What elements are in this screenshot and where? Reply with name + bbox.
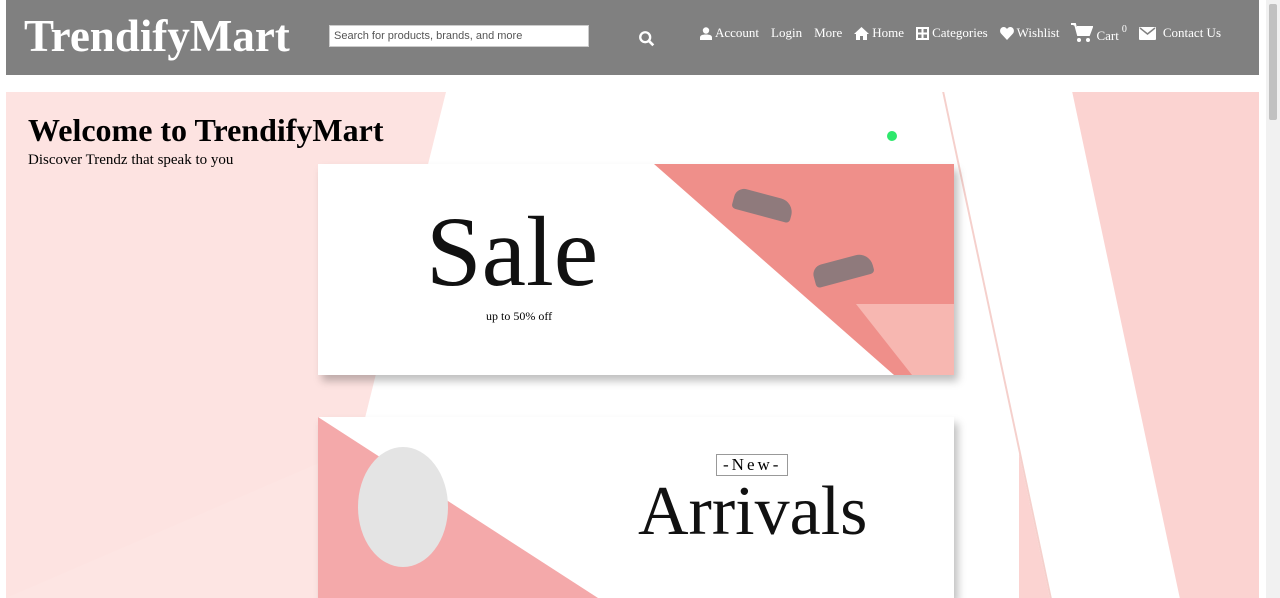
balloon-image	[358, 447, 448, 567]
nav-account[interactable]: Account	[700, 25, 759, 41]
nav-categories-label: Categories	[932, 25, 988, 40]
nav-cart-label: Cart	[1096, 28, 1119, 43]
nav-contact-label: Contact Us	[1162, 25, 1222, 40]
new-arrivals-banner[interactable]: -New- Arrivals	[318, 417, 954, 598]
nav-categories[interactable]: Categories	[916, 25, 988, 41]
logo[interactable]: TrendifyMart	[24, 10, 290, 62]
nav-more[interactable]: More	[814, 25, 842, 41]
nav-bar: Account Login More Home Categories Wishl…	[700, 22, 1221, 44]
header: TrendifyMart Account Login More Home Cat…	[6, 0, 1259, 75]
mail-icon	[1138, 26, 1156, 40]
cart-count-badge: 0	[1121, 23, 1127, 35]
hero-title: Welcome to TrendifyMart	[28, 112, 384, 148]
hero-subtitle: Discover Trendz that speak to you	[28, 152, 234, 168]
nav-login[interactable]: Login	[771, 25, 802, 41]
sale-headline: Sale	[426, 196, 599, 307]
grid-icon	[916, 26, 930, 40]
arrivals-headline: Arrivals	[638, 473, 868, 550]
user-icon	[700, 26, 712, 40]
nav-home-label: Home	[872, 25, 905, 40]
search-input[interactable]	[329, 25, 589, 47]
scrollbar-thumb[interactable]	[1269, 4, 1277, 120]
search-icon[interactable]	[638, 30, 656, 48]
cursor-dot	[887, 131, 897, 141]
cart-icon	[1071, 23, 1094, 42]
sale-caption: up to 50% off	[486, 309, 553, 323]
nav-account-label: Account	[715, 25, 760, 40]
sale-banner[interactable]: Sale up to 50% off	[318, 164, 954, 375]
nav-home[interactable]: Home	[854, 25, 904, 41]
nav-wishlist-label: Wishlist	[1016, 25, 1060, 40]
hero-section: Welcome to TrendifyMart Discover Trendz …	[6, 92, 1259, 598]
heart-icon	[999, 26, 1014, 40]
nav-wishlist[interactable]: Wishlist	[999, 25, 1060, 41]
nav-cart[interactable]: Cart 0	[1071, 22, 1127, 44]
scrollbar[interactable]	[1266, 0, 1280, 598]
nav-contact[interactable]: Contact Us	[1138, 25, 1222, 41]
home-icon	[854, 26, 870, 40]
